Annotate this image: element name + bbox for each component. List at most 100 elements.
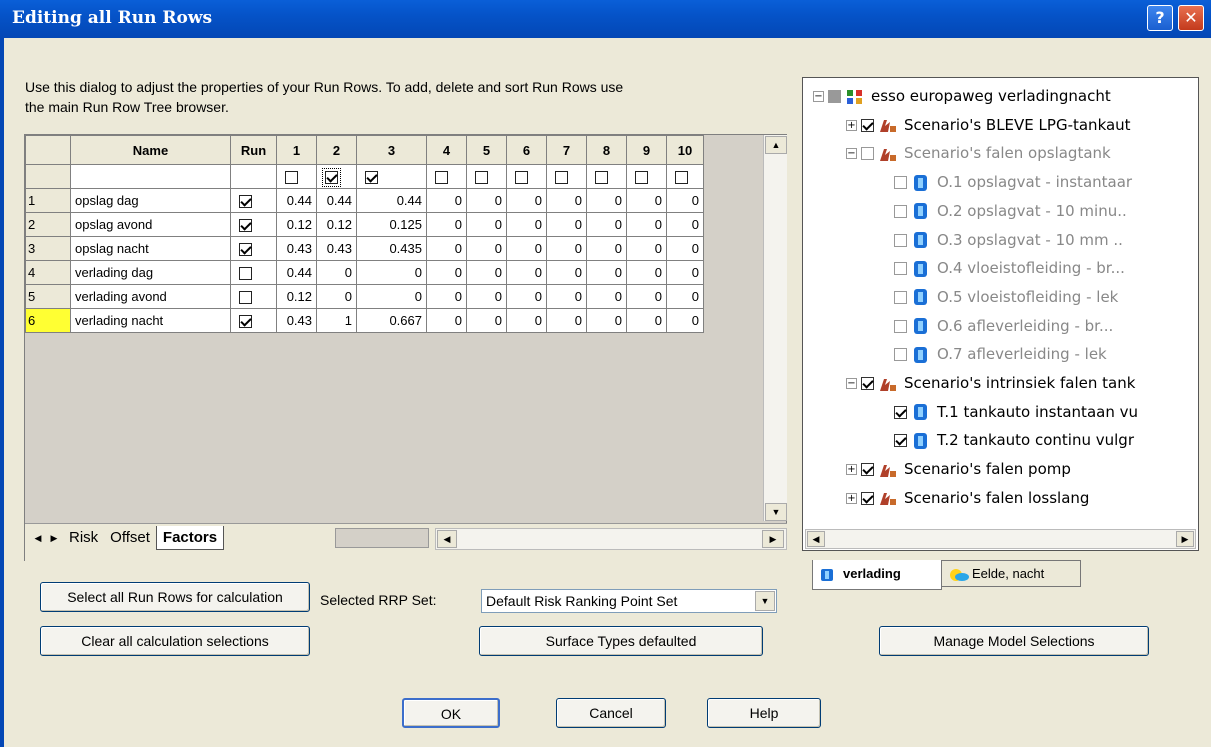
tree-tab-eelde-nacht[interactable]: Eelde, nacht [941, 560, 1081, 587]
column-header[interactable]: Name [70, 135, 231, 165]
cancel-button[interactable]: Cancel [556, 698, 666, 728]
column-header[interactable]: 6 [506, 135, 547, 165]
grid-horizontal-scrollbar[interactable]: ◀ ▶ [435, 528, 787, 550]
grid-vertical-scrollbar[interactable]: ▲ ▼ [763, 135, 787, 521]
factor-value-cell[interactable]: 0.435 [356, 236, 427, 261]
factor-value-cell[interactable]: 0.125 [356, 212, 427, 237]
factor-value-cell[interactable]: 0 [466, 284, 507, 309]
factor-value-cell[interactable]: 0.43 [276, 236, 317, 261]
factor-value-cell[interactable]: 0 [466, 260, 507, 285]
tree-scroll-right-icon[interactable]: ▶ [1176, 531, 1194, 547]
rrp-set-select[interactable]: Default Risk Ranking Point Set ▼ [481, 589, 777, 613]
scroll-left-icon[interactable]: ◀ [437, 530, 457, 548]
help-icon[interactable]: ? [1147, 5, 1173, 31]
row-header[interactable]: 6 [25, 308, 71, 333]
tree-checkbox[interactable] [861, 377, 874, 390]
column-header[interactable]: 3 [356, 135, 427, 165]
run-cell[interactable] [230, 308, 277, 333]
scroll-down-icon[interactable]: ▼ [765, 503, 787, 521]
factor-value-cell[interactable]: 0 [666, 260, 704, 285]
tree-node[interactable]: O.5 vloeistofleiding - lek [879, 285, 1118, 309]
factor-value-cell[interactable]: 0 [546, 260, 587, 285]
factor-value-cell[interactable]: 0 [466, 308, 507, 333]
factor-checkbox[interactable] [475, 171, 488, 185]
tree-tab-verlading[interactable]: verlading [812, 560, 942, 590]
factor-value-cell[interactable]: 0 [426, 284, 467, 309]
run-row-name[interactable]: opslag nacht [70, 236, 231, 261]
run-row-name[interactable]: opslag avond [70, 212, 231, 237]
tree-node[interactable]: + Scenario's BLEVE LPG-tankaut [846, 113, 1131, 137]
help-button[interactable]: Help [707, 698, 821, 728]
run-checkbox[interactable] [239, 243, 252, 257]
tree-node[interactable]: − Scenario's intrinsiek falen tank [846, 371, 1135, 395]
factor-checkbox[interactable] [595, 171, 608, 185]
run-rows-grid[interactable]: Name Run 1 2 3 4 5 6 7 8 9 10 1 opslag dag 0.44 0.44 0.… [24, 134, 787, 561]
factor-value-cell[interactable]: 0 [316, 284, 357, 309]
factor-value-cell[interactable]: 0 [586, 260, 627, 285]
tree-checkbox[interactable] [828, 90, 841, 103]
factor-value-cell[interactable]: 0 [426, 212, 467, 237]
select-all-runrows-button[interactable]: Select all Run Rows for calculation [40, 582, 310, 612]
column-header[interactable]: 7 [546, 135, 587, 165]
tree-node[interactable]: O.6 afleverleiding - br... [879, 314, 1113, 338]
factor-value-cell[interactable]: 0.43 [276, 308, 317, 333]
factor-value-cell[interactable]: 0 [626, 284, 667, 309]
factor-value-cell[interactable]: 0.44 [276, 188, 317, 213]
factor-value-cell[interactable]: 0 [506, 236, 547, 261]
factor-value-cell[interactable]: 0 [506, 308, 547, 333]
table-row[interactable]: 4 verlading dag 0.44 0 0 0 0 0 0 0 0 0 [25, 260, 704, 285]
factor-value-cell[interactable]: 0 [356, 284, 427, 309]
grid-corner-cell[interactable] [25, 135, 71, 165]
tree-checkbox[interactable] [894, 319, 907, 333]
expand-icon[interactable]: + [846, 464, 857, 476]
factor-checkbox[interactable] [365, 171, 378, 185]
scroll-up-icon[interactable]: ▲ [765, 136, 787, 154]
factor-value-cell[interactable]: 0 [506, 284, 547, 309]
factor-value-cell[interactable]: 0 [546, 236, 587, 261]
factor-value-cell[interactable]: 0 [546, 188, 587, 213]
run-row-name[interactable]: verlading nacht [70, 308, 231, 333]
factor-value-cell[interactable]: 0 [546, 284, 587, 309]
factor-check-cell[interactable] [586, 164, 627, 189]
factor-value-cell[interactable]: 1 [316, 308, 357, 333]
run-checkbox[interactable] [239, 195, 252, 209]
run-cell[interactable] [230, 236, 277, 261]
tree-node[interactable]: T.2 tankauto continu vulgr [879, 428, 1134, 452]
table-row[interactable]: 6 verlading nacht 0.43 1 0.667 0 0 0 0 0 0 0 [25, 308, 704, 333]
factor-value-cell[interactable]: 0.44 [276, 260, 317, 285]
tree-node[interactable]: O.4 vloeistofleiding - br... [879, 256, 1125, 280]
factor-value-cell[interactable]: 0 [546, 308, 587, 333]
factor-value-cell[interactable]: 0 [426, 260, 467, 285]
tree-checkbox[interactable] [861, 491, 874, 505]
factor-value-cell[interactable]: 0 [586, 212, 627, 237]
run-row-name[interactable]: opslag dag [70, 188, 231, 213]
factor-value-cell[interactable]: 0 [506, 188, 547, 213]
tree-node[interactable]: + Scenario's falen pomp [846, 457, 1071, 481]
tree-node[interactable]: T.1 tankauto instantaan vu [879, 400, 1138, 424]
run-row-tree[interactable]: − esso europaweg verladingnacht + Scenario'… [802, 77, 1199, 551]
factor-check-cell[interactable] [356, 164, 427, 189]
column-header[interactable]: 8 [586, 135, 627, 165]
factor-check-cell[interactable] [506, 164, 547, 189]
factor-value-cell[interactable]: 0 [666, 308, 704, 333]
factor-check-cell[interactable] [426, 164, 467, 189]
tree-checkbox[interactable] [894, 348, 907, 362]
factor-checkbox[interactable] [515, 171, 528, 185]
factor-value-cell[interactable]: 0 [356, 260, 427, 285]
tree-checkbox[interactable] [894, 290, 907, 304]
factor-value-cell[interactable]: 0 [626, 308, 667, 333]
column-header[interactable]: Run [230, 135, 277, 165]
tree-node[interactable]: − esso europaweg verladingnacht [813, 84, 1111, 108]
row-header[interactable]: 3 [25, 236, 71, 261]
factor-checkbox[interactable] [675, 171, 688, 185]
table-row[interactable]: 2 opslag avond 0.12 0.12 0.125 0 0 0 0 0 0 0 [25, 212, 704, 237]
run-cell[interactable] [230, 284, 277, 309]
run-cell[interactable] [230, 212, 277, 237]
factor-value-cell[interactable]: 0 [666, 212, 704, 237]
factor-value-cell[interactable]: 0 [626, 260, 667, 285]
tree-scroll-left-icon[interactable]: ◀ [807, 531, 825, 547]
table-row[interactable]: 3 opslag nacht 0.43 0.43 0.435 0 0 0 0 0 0 0 [25, 236, 704, 261]
factor-value-cell[interactable]: 0.667 [356, 308, 427, 333]
manage-model-selections-button[interactable]: Manage Model Selections [879, 626, 1149, 656]
tree-node[interactable]: O.2 opslagvat - 10 minu.. [879, 199, 1127, 223]
